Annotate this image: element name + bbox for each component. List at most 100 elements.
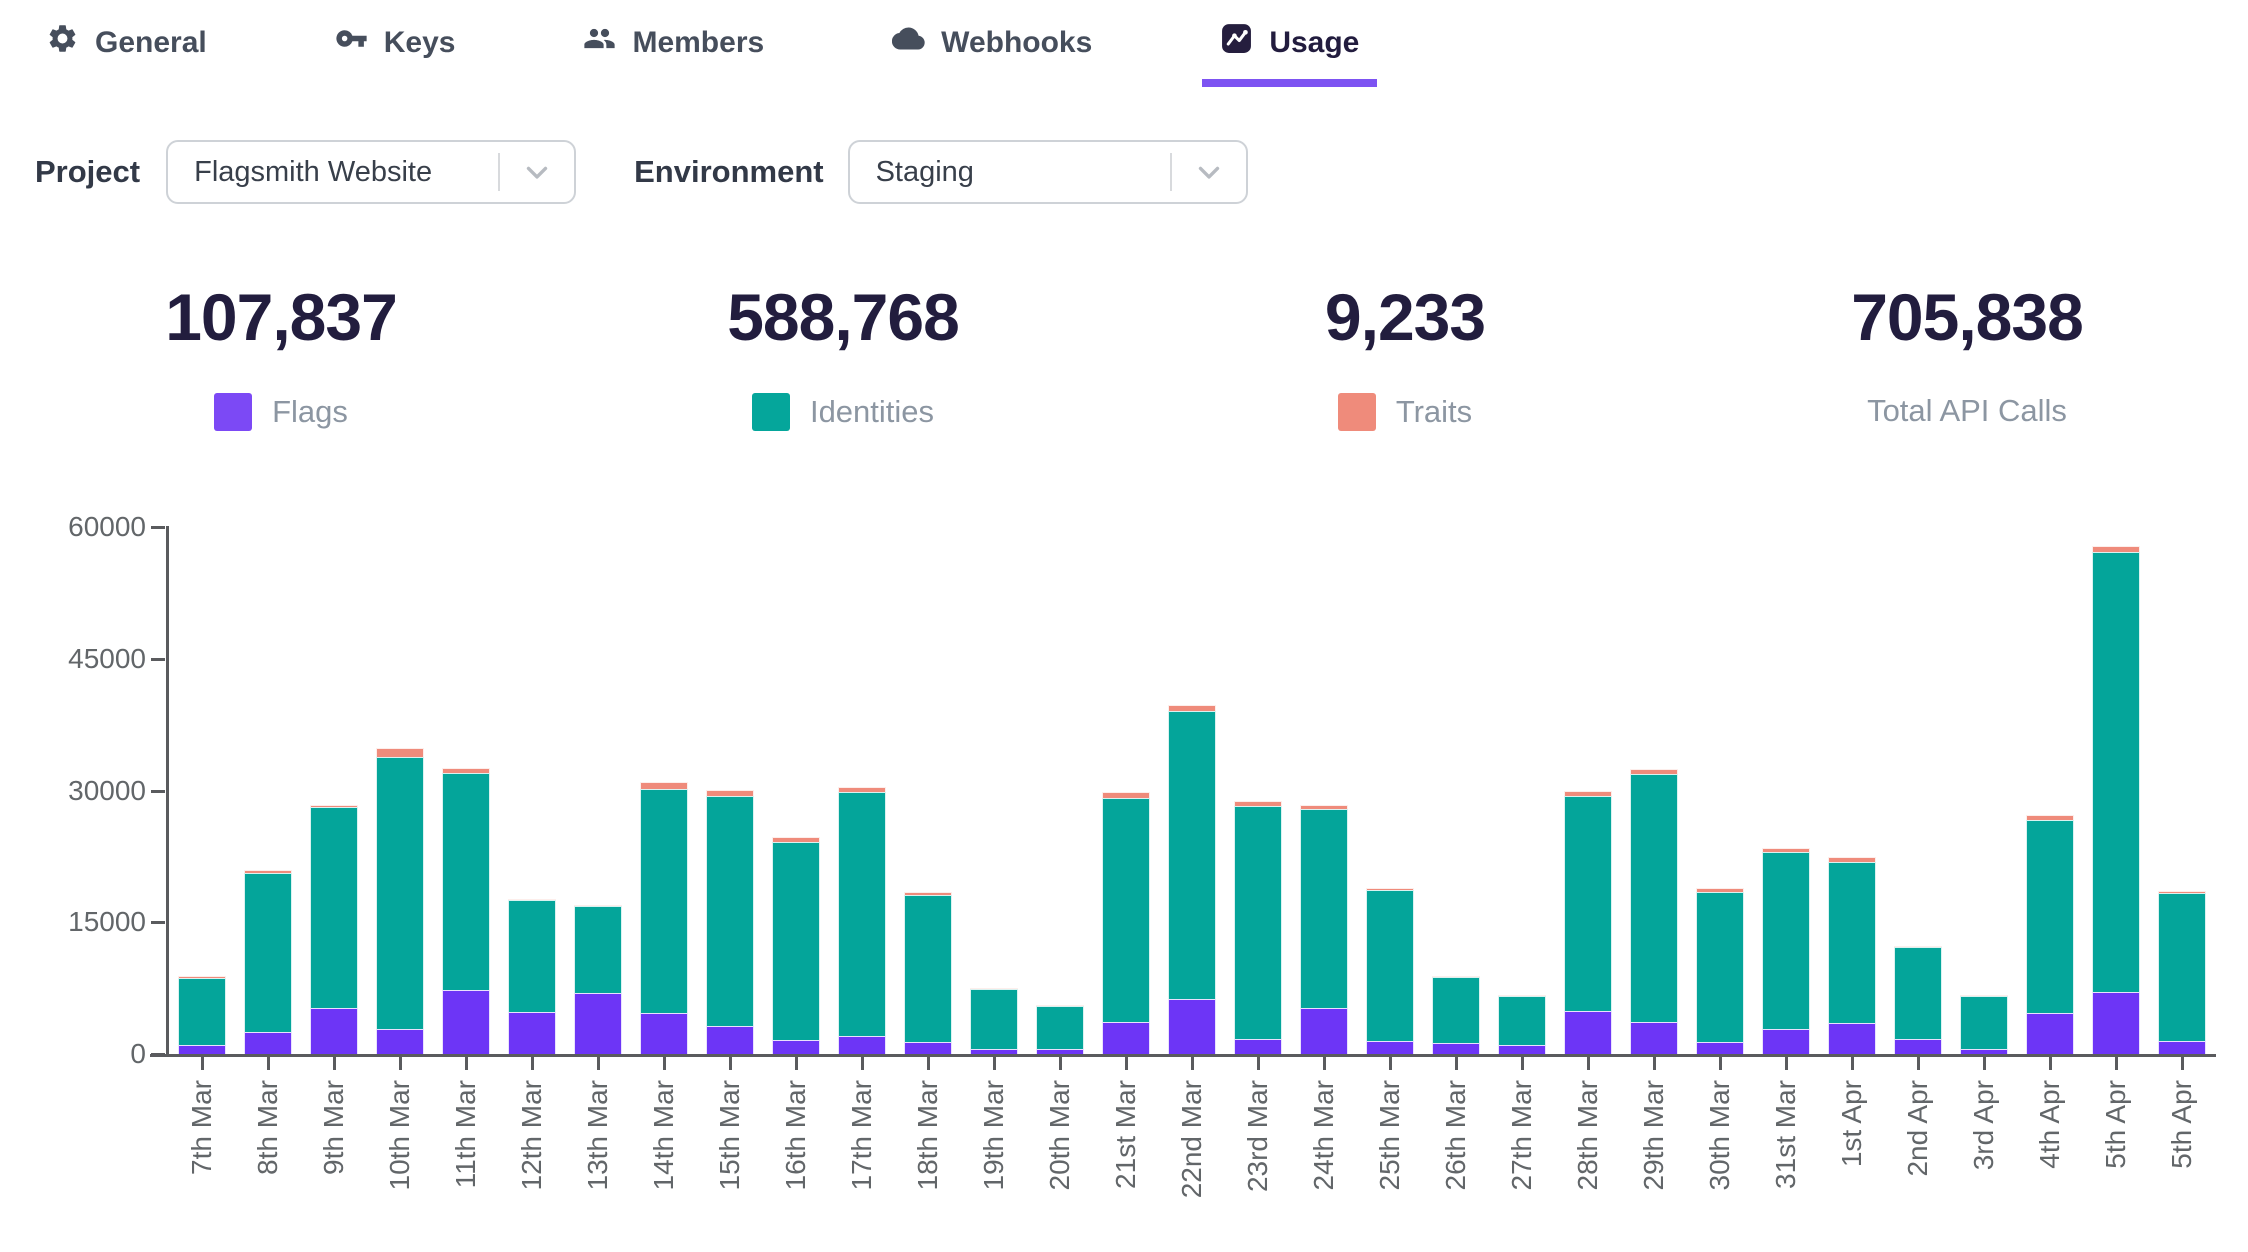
chart-bar[interactable] [772, 837, 820, 1054]
project-select[interactable]: Flagsmith Website [166, 140, 576, 204]
bar-segment-identities[interactable] [1168, 711, 1216, 998]
chart-bar[interactable] [2092, 546, 2140, 1054]
tab-keys[interactable]: Keys [317, 6, 474, 87]
bar-segment-identities[interactable] [1564, 796, 1612, 1011]
bar-segment-identities[interactable] [1894, 947, 1942, 1039]
bar-segment-flags[interactable] [2092, 992, 2140, 1054]
bar-segment-identities[interactable] [1102, 798, 1150, 1022]
bar-segment-flags[interactable] [1696, 1042, 1744, 1054]
tab-general[interactable]: General [28, 6, 225, 87]
chart-bar[interactable] [2026, 815, 2074, 1054]
chart-bar[interactable] [1036, 1005, 1084, 1054]
chart-bar[interactable] [244, 870, 292, 1054]
bar-segment-flags[interactable] [1960, 1049, 2008, 1054]
tab-webhooks[interactable]: Webhooks [874, 6, 1110, 87]
bar-segment-identities[interactable] [1696, 892, 1744, 1042]
bar-segment-flags[interactable] [1036, 1049, 1084, 1054]
bar-segment-flags[interactable] [1234, 1039, 1282, 1054]
bar-segment-flags[interactable] [310, 1008, 358, 1054]
bar-segment-identities[interactable] [1630, 774, 1678, 1021]
chart-bar[interactable] [178, 976, 226, 1054]
chart-bar[interactable] [1432, 976, 1480, 1054]
bar-segment-flags[interactable] [706, 1026, 754, 1054]
chart-bar[interactable] [1828, 857, 1876, 1054]
chart-bar[interactable] [508, 899, 556, 1054]
bar-segment-identities[interactable] [1300, 809, 1348, 1008]
bar-segment-identities[interactable] [838, 792, 886, 1036]
bar-segment-flags[interactable] [1300, 1008, 1348, 1054]
bar-segment-flags[interactable] [1432, 1043, 1480, 1054]
bar-segment-flags[interactable] [178, 1045, 226, 1054]
bar-segment-identities[interactable] [1366, 890, 1414, 1041]
bar-segment-identities[interactable] [1498, 996, 1546, 1045]
bar-segment-flags[interactable] [1366, 1041, 1414, 1054]
bar-segment-identities[interactable] [442, 773, 490, 990]
bar-segment-identities[interactable] [244, 873, 292, 1032]
bar-segment-identities[interactable] [772, 842, 820, 1040]
bar-segment-identities[interactable] [1960, 996, 2008, 1050]
chart-bar[interactable] [1366, 888, 1414, 1054]
chart-bar[interactable] [1300, 805, 1348, 1054]
bar-segment-flags[interactable] [640, 1013, 688, 1054]
tab-usage[interactable]: Usage [1202, 6, 1377, 87]
bar-segment-flags[interactable] [1630, 1022, 1678, 1054]
chart-bar[interactable] [1894, 946, 1942, 1054]
bar-segment-identities[interactable] [640, 789, 688, 1013]
bar-segment-flags[interactable] [904, 1042, 952, 1054]
bar-segment-flags[interactable] [1828, 1023, 1876, 1054]
chart-bar[interactable] [1234, 801, 1282, 1054]
bar-segment-flags[interactable] [508, 1012, 556, 1054]
bar-segment-flags[interactable] [1102, 1022, 1150, 1054]
chart-bar[interactable] [1630, 769, 1678, 1054]
bar-segment-identities[interactable] [376, 757, 424, 1030]
chart-bar[interactable] [376, 748, 424, 1054]
bar-segment-traits[interactable] [376, 748, 424, 756]
bar-segment-flags[interactable] [970, 1049, 1018, 1054]
bar-segment-identities[interactable] [574, 906, 622, 993]
bar-segment-flags[interactable] [442, 990, 490, 1054]
chart-bar[interactable] [1696, 888, 1744, 1054]
chart-bar[interactable] [838, 787, 886, 1054]
bar-segment-identities[interactable] [178, 978, 226, 1046]
chart-bar[interactable] [442, 768, 490, 1054]
bar-segment-identities[interactable] [508, 900, 556, 1012]
bar-segment-flags[interactable] [574, 993, 622, 1054]
bar-segment-identities[interactable] [1828, 862, 1876, 1024]
chart-bar[interactable] [1762, 848, 1810, 1054]
bar-segment-flags[interactable] [772, 1040, 820, 1054]
bar-segment-flags[interactable] [244, 1032, 292, 1054]
bar-segment-flags[interactable] [2158, 1041, 2206, 1054]
tab-members[interactable]: Members [565, 6, 782, 87]
bar-segment-flags[interactable] [1498, 1045, 1546, 1054]
bar-segment-identities[interactable] [1234, 806, 1282, 1039]
chart-bar[interactable] [2158, 891, 2206, 1054]
chart-bar[interactable] [706, 790, 754, 1054]
bar-segment-flags[interactable] [1762, 1029, 1810, 1054]
bar-segment-flags[interactable] [838, 1036, 886, 1054]
chart-bar[interactable] [1564, 791, 1612, 1054]
bar-segment-identities[interactable] [2092, 552, 2140, 991]
chart-bar[interactable] [310, 805, 358, 1054]
bar-segment-identities[interactable] [1036, 1006, 1084, 1049]
chart-bar[interactable] [1168, 705, 1216, 1054]
bar-segment-flags[interactable] [1894, 1039, 1942, 1054]
bar-segment-identities[interactable] [706, 796, 754, 1026]
environment-select[interactable]: Staging [848, 140, 1248, 204]
chart-bar[interactable] [574, 905, 622, 1054]
bar-segment-identities[interactable] [904, 895, 952, 1041]
bar-segment-identities[interactable] [1432, 977, 1480, 1043]
bar-segment-flags[interactable] [1564, 1011, 1612, 1054]
bar-segment-identities[interactable] [2026, 820, 2074, 1012]
bar-segment-flags[interactable] [2026, 1013, 2074, 1054]
bar-segment-traits[interactable] [640, 782, 688, 789]
chart-bar[interactable] [904, 892, 952, 1054]
bar-segment-identities[interactable] [310, 807, 358, 1008]
chart-bar[interactable] [1498, 995, 1546, 1054]
chart-bar[interactable] [1102, 792, 1150, 1054]
bar-segment-flags[interactable] [376, 1029, 424, 1054]
bar-segment-flags[interactable] [1168, 999, 1216, 1054]
bar-segment-identities[interactable] [2158, 893, 2206, 1041]
bar-segment-identities[interactable] [970, 989, 1018, 1050]
bar-segment-traits[interactable] [706, 790, 754, 797]
chart-bar[interactable] [1960, 995, 2008, 1054]
